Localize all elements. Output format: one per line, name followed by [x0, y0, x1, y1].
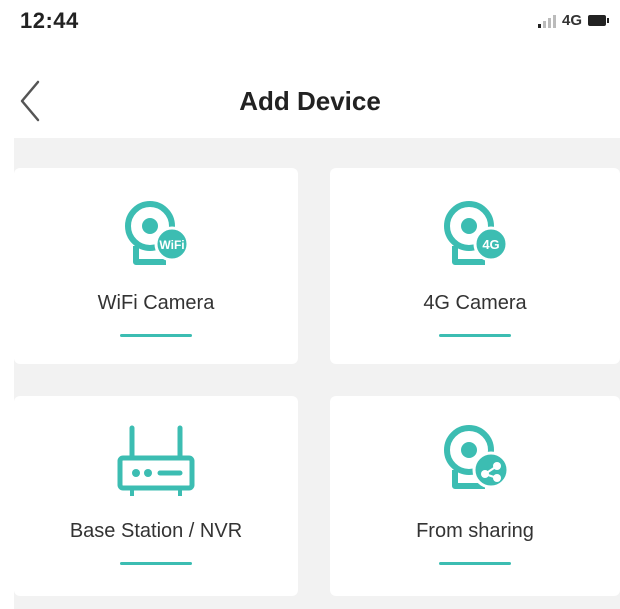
page-title: Add Device	[239, 86, 381, 116]
shared-camera-icon	[444, 425, 510, 489]
4g-camera-option[interactable]: 4G 4G Camera	[330, 168, 620, 364]
option-underline	[439, 334, 511, 337]
wifi-badge: WiFi	[159, 238, 184, 252]
option-label: 4G Camera	[423, 292, 527, 314]
from-sharing-option[interactable]: From sharing	[330, 396, 620, 596]
4g-badge: 4G	[482, 237, 499, 252]
battery-icon	[588, 15, 609, 26]
signal-icon	[537, 14, 556, 28]
4g-camera-icon: 4G	[444, 201, 509, 265]
option-label: WiFi Camera	[97, 292, 215, 314]
option-label: Base Station / NVR	[69, 520, 243, 542]
option-underline	[439, 562, 511, 565]
option-label: From sharing	[416, 520, 534, 542]
base-station-option[interactable]: Base Station / NVR	[14, 396, 298, 596]
network-type: 4G	[561, 12, 582, 29]
status-indicators: 4G	[537, 12, 609, 29]
wifi-camera-icon: WiFi	[125, 201, 190, 265]
option-underline	[120, 334, 192, 337]
nav-bar: Add Device	[0, 62, 620, 138]
status-time: 12:44	[20, 8, 79, 33]
device-type-grid: WiFi WiFi Camera 4G 4G Camera Base Stati…	[14, 138, 620, 609]
status-bar: 12:44 4G	[0, 0, 620, 44]
option-underline	[120, 562, 192, 565]
base-station-icon	[117, 425, 195, 496]
wifi-camera-option[interactable]: WiFi WiFi Camera	[14, 168, 298, 364]
